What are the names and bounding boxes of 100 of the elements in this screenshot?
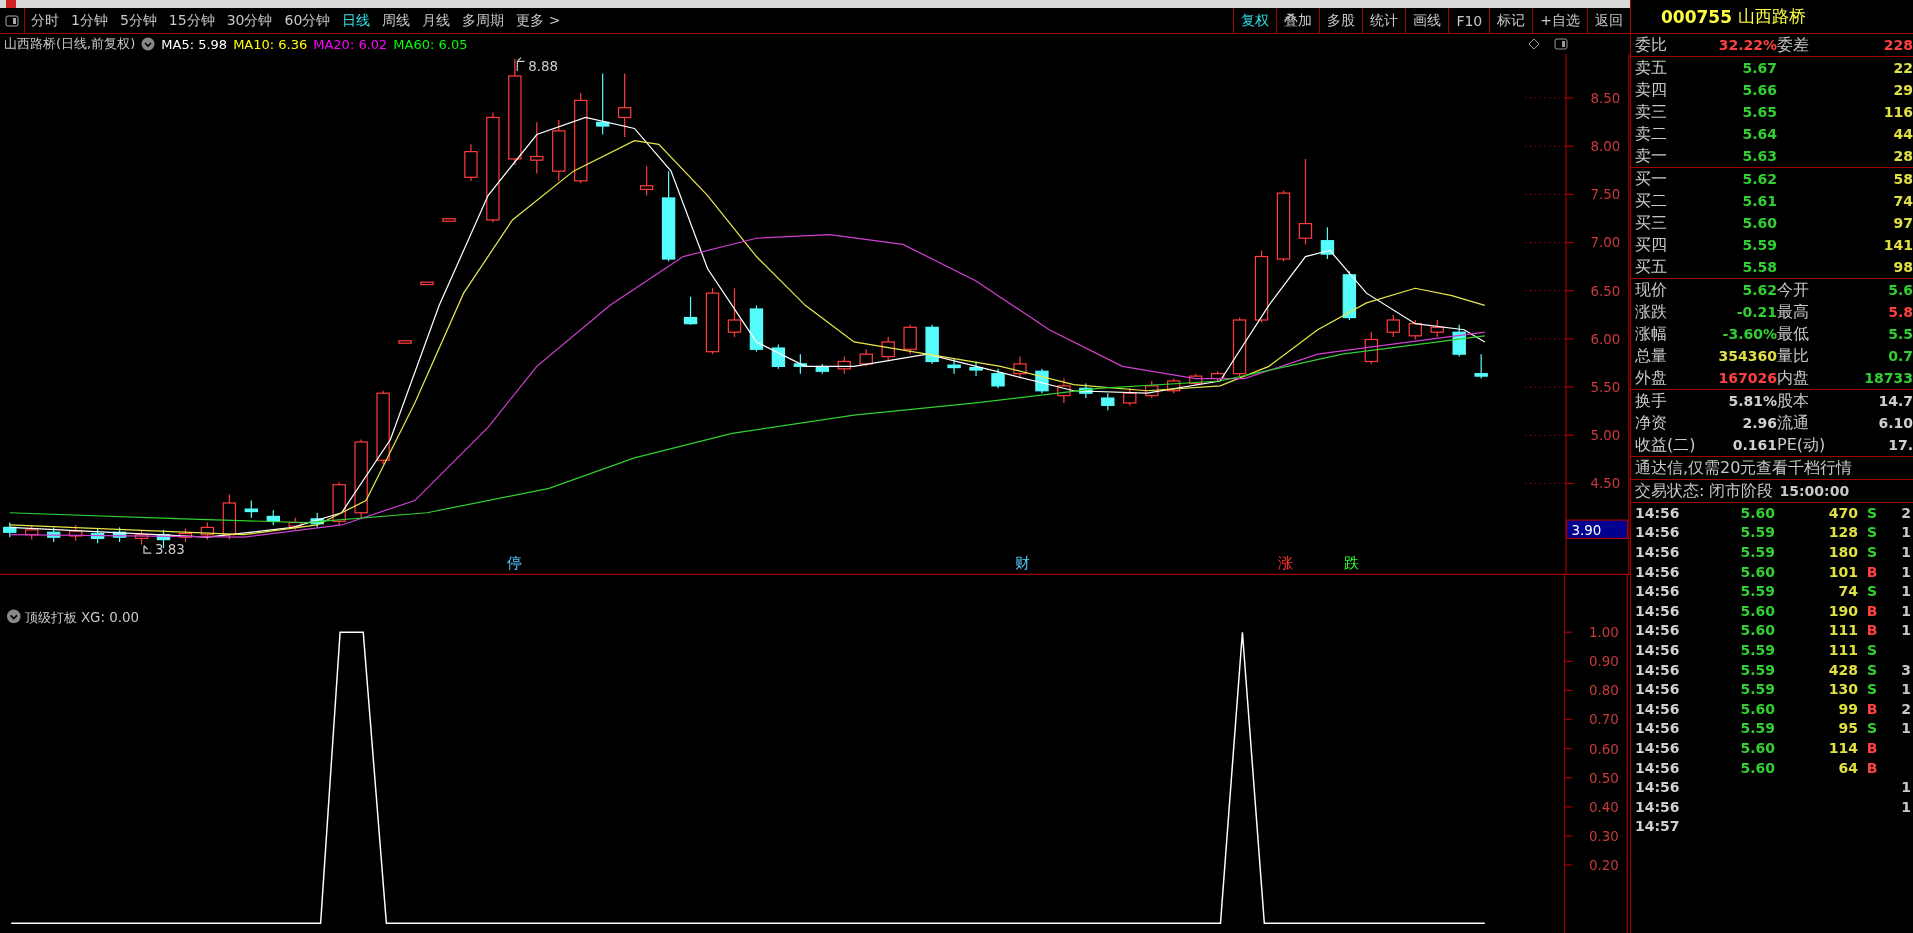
order-price: 5.65 [1741, 104, 1777, 120]
order-level-label: 卖二 [1635, 123, 1668, 145]
trade-count: 1 [1901, 524, 1911, 541]
period-tab[interactable]: 1分钟 [65, 8, 114, 33]
period-tab[interactable]: 5分钟 [113, 8, 163, 33]
trade-volume: 64 [1838, 759, 1858, 776]
event-marker[interactable]: 停 [507, 553, 523, 571]
order-price: 5.60 [1741, 215, 1777, 231]
trade-price: 5.60 [1740, 563, 1775, 580]
toolbar-button[interactable]: +自选 [1532, 8, 1587, 33]
quote-label: 净资 [1635, 412, 1668, 434]
trade-side: S [1866, 524, 1878, 541]
period-tab[interactable]: 30分钟 [220, 8, 279, 33]
trade-price: 5.60 [1740, 622, 1775, 639]
trade-volume: 180 [1828, 544, 1858, 560]
quote-value: 32.22% [1717, 37, 1777, 53]
trade-time: 14:56 [1635, 583, 1681, 600]
trade-time: 14:56 [1635, 641, 1681, 658]
trade-volume: 95 [1838, 720, 1858, 737]
trade-price: 5.59 [1740, 583, 1775, 600]
toolbar-button[interactable]: 统计 [1362, 8, 1406, 33]
trade-side: S [1866, 641, 1878, 658]
trade-volume: 128 [1828, 524, 1858, 541]
order-volume: 97 [1892, 215, 1913, 231]
trade-side: S [1866, 544, 1878, 560]
period-tab[interactable]: 15分钟 [162, 8, 221, 33]
trade-time: 14:56 [1635, 544, 1681, 560]
quote-value: 0.7 [1887, 348, 1913, 364]
period-tab[interactable]: 多周期 [456, 8, 511, 33]
trade-count: 1 [1901, 544, 1911, 560]
trade-side: S [1866, 583, 1878, 600]
indicator-axis-label: 0.60 [1588, 741, 1619, 757]
quote-value: 17. [1887, 437, 1913, 453]
trade-volume: 114 [1828, 739, 1858, 756]
price-axis-label: 6.00 [1590, 331, 1621, 347]
trade-time: 14:56 [1635, 779, 1681, 796]
order-level-label: 卖四 [1635, 79, 1668, 101]
trade-status: 交易状态: 闭市阶段 [1635, 480, 1774, 502]
dropdown-icon[interactable] [7, 609, 21, 624]
toolbar-button[interactable]: 叠加 [1276, 8, 1320, 33]
period-tab[interactable]: 日线 [336, 8, 377, 33]
order-volume: 29 [1892, 82, 1913, 98]
trade-price: 5.60 [1740, 739, 1775, 756]
price-axis-label: 8.50 [1590, 90, 1621, 106]
indicator-axis-label: 0.20 [1588, 857, 1619, 873]
trade-volume: 428 [1828, 661, 1858, 678]
trade-time: 14:56 [1635, 681, 1681, 698]
chart-title: 山西路桥(日线,前复权) [4, 35, 136, 53]
toolbar-button[interactable]: 标记 [1489, 8, 1533, 33]
period-tab[interactable]: 更多 > [510, 8, 567, 33]
indicator-axis-label: 0.50 [1588, 770, 1619, 786]
quote-label: PE(动) [1777, 434, 1827, 456]
period-tab[interactable]: 周线 [376, 8, 417, 33]
quote-value: 2.96 [1741, 415, 1777, 431]
period-tab[interactable]: 月线 [416, 8, 457, 33]
diamond-icon[interactable] [1528, 38, 1540, 50]
quote-label: 最低 [1777, 323, 1810, 345]
indicator-axis-label: 0.90 [1588, 654, 1619, 670]
trade-side: S [1866, 661, 1878, 678]
quote-label: 股本 [1777, 390, 1810, 412]
trade-price: 5.59 [1740, 720, 1775, 737]
event-marker[interactable]: 涨 [1278, 553, 1294, 571]
trade-price: 5.59 [1740, 681, 1775, 698]
trade-time: 14:56 [1635, 602, 1681, 619]
toolbar-button[interactable]: 返回 [1587, 8, 1630, 33]
trade-side: B [1866, 563, 1878, 580]
quote-label: 今开 [1777, 279, 1810, 301]
trade-count: 2 [1901, 700, 1911, 717]
event-marker[interactable]: 财 [1014, 553, 1030, 571]
promo-notice[interactable]: 通达信,仅需20元查看千档行情 [1631, 457, 1913, 479]
quote-label: 委差 [1777, 34, 1810, 56]
quote-value: 18733 [1863, 370, 1913, 386]
indicator-axis-label: 0.70 [1588, 712, 1619, 728]
quote-label: 总量 [1635, 345, 1668, 367]
trade-count: 1 [1901, 798, 1911, 815]
order-volume: 98 [1892, 259, 1913, 275]
panel-toggle-icon[interactable] [1554, 38, 1568, 50]
quote-value: 5.5 [1887, 326, 1913, 342]
period-tab[interactable]: 分时 [25, 8, 65, 33]
trade-time: 14:56 [1635, 739, 1681, 756]
quote-label: 内盘 [1777, 367, 1810, 389]
quote-value: 228 [1882, 37, 1913, 53]
moving-average-value: MA10: 6.36 [233, 36, 308, 52]
price-axis-label: 4.50 [1590, 476, 1621, 492]
toolbar-button[interactable]: F10 [1448, 8, 1490, 33]
quote-value: 14.7 [1877, 393, 1913, 409]
toolbar-button[interactable]: 多股 [1319, 8, 1363, 33]
dropdown-icon[interactable] [141, 37, 156, 51]
toolbar-button[interactable]: 复权 [1233, 8, 1277, 33]
toolbar-button[interactable]: 画线 [1405, 8, 1449, 33]
order-volume: 22 [1892, 60, 1913, 76]
quote-value: 5.8 [1887, 304, 1913, 320]
event-marker[interactable]: 跌 [1344, 553, 1360, 571]
price-axis-label: 6.50 [1590, 283, 1621, 299]
trade-price: 5.60 [1740, 700, 1775, 717]
period-tab[interactable]: 60分钟 [278, 8, 337, 33]
high-marker-icon [516, 57, 526, 72]
quote-value: 0.161 [1731, 437, 1777, 453]
trade-price: 5.60 [1740, 504, 1775, 521]
quote-value: 6.10 [1877, 415, 1913, 431]
